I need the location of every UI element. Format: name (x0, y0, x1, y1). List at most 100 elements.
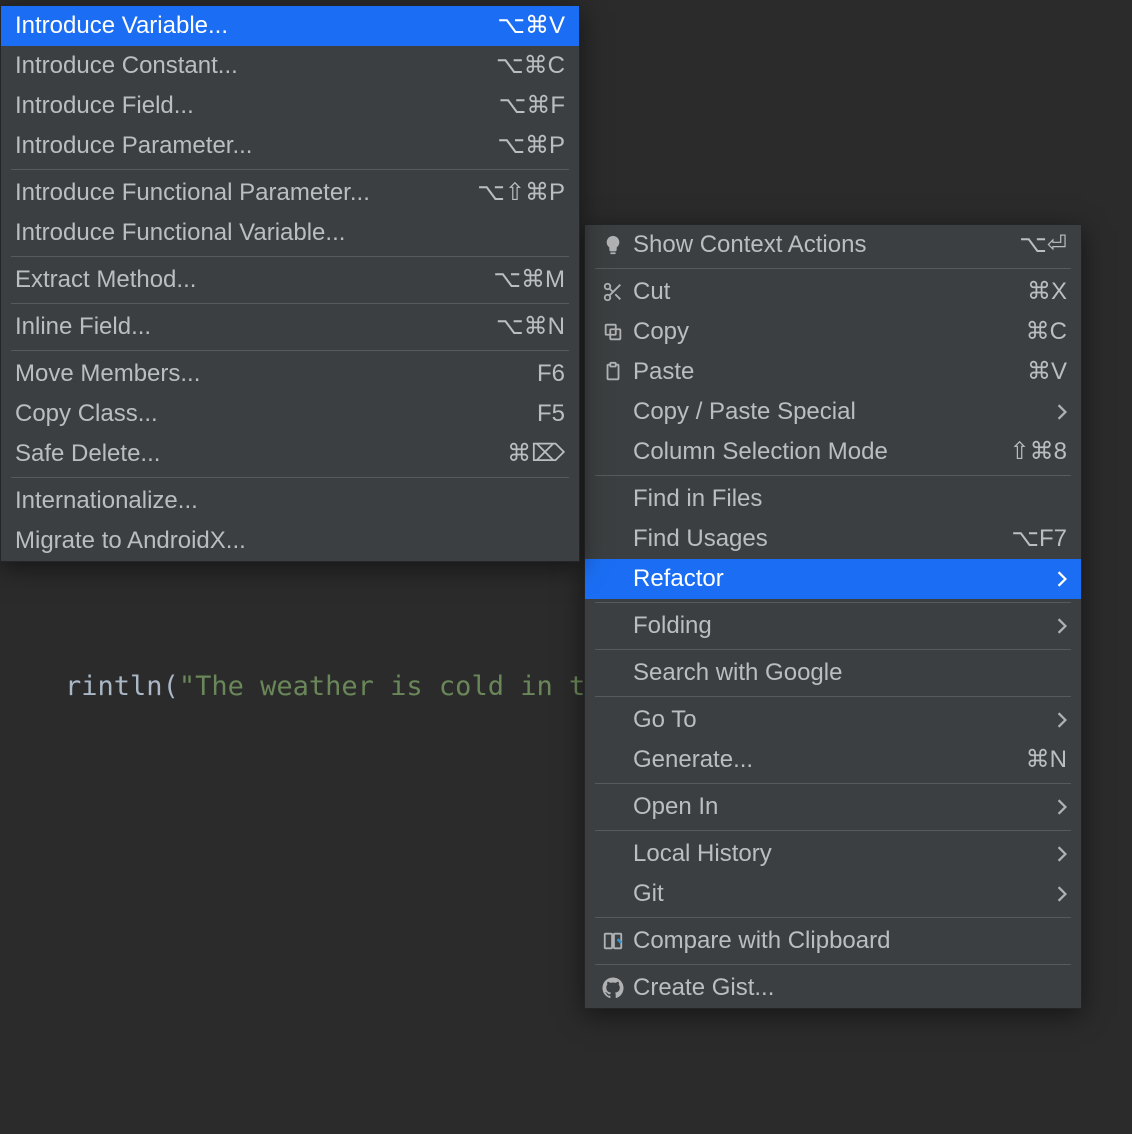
menu-item-refactor[interactable]: Refactor (585, 559, 1081, 599)
refactor-submenu: Introduce Variable...⌥⌘VIntroduce Consta… (0, 5, 580, 562)
menu-item-shortcut: ⌥⌘V (477, 6, 565, 46)
menu-item-shortcut: ⌥F7 (991, 519, 1067, 559)
menu-item-shortcut: ⇧⌘8 (990, 432, 1067, 472)
menu-item-copy-class[interactable]: Copy Class...F5 (1, 394, 579, 434)
menu-item-label: Open In (627, 787, 1037, 827)
submenu-arrow-icon (1037, 404, 1067, 420)
menu-item-label: Column Selection Mode (627, 432, 990, 472)
menu-item-shortcut: ⌥⌘C (476, 46, 565, 86)
menu-item-label: Find Usages (627, 519, 991, 559)
submenu-arrow-icon (1037, 799, 1067, 815)
diff-icon (599, 930, 627, 952)
menu-item-go-to[interactable]: Go To (585, 700, 1081, 740)
menu-separator (595, 696, 1071, 697)
menu-item-copy-paste-special[interactable]: Copy / Paste Special (585, 392, 1081, 432)
menu-item-find-in-files[interactable]: Find in Files (585, 479, 1081, 519)
submenu-arrow-icon (1037, 571, 1067, 587)
menu-item-label: Introduce Constant... (15, 46, 476, 86)
menu-item-folding[interactable]: Folding (585, 606, 1081, 646)
menu-item-label: Internationalize... (15, 481, 565, 521)
menu-item-introduce-functional-variable[interactable]: Introduce Functional Variable... (1, 213, 579, 253)
menu-item-introduce-variable[interactable]: Introduce Variable...⌥⌘V (1, 6, 579, 46)
menu-item-label: Find in Files (627, 479, 1067, 519)
menu-separator (595, 268, 1071, 269)
menu-item-shortcut: ⌥⌘F (479, 86, 565, 126)
menu-item-show-context-actions[interactable]: Show Context Actions⌥⏎ (585, 225, 1081, 265)
menu-separator (11, 256, 569, 257)
menu-item-label: Safe Delete... (15, 434, 487, 474)
menu-item-find-usages[interactable]: Find Usages⌥F7 (585, 519, 1081, 559)
menu-item-local-history[interactable]: Local History (585, 834, 1081, 874)
submenu-arrow-icon (1037, 712, 1067, 728)
menu-item-label: Copy Class... (15, 394, 517, 434)
menu-item-search-with-google[interactable]: Search with Google (585, 653, 1081, 693)
menu-item-shortcut: ⌘N (1006, 740, 1067, 780)
menu-item-cut[interactable]: Cut⌘X (585, 272, 1081, 312)
menu-item-introduce-field[interactable]: Introduce Field...⌥⌘F (1, 86, 579, 126)
menu-item-label: Introduce Parameter... (15, 126, 477, 166)
menu-item-label: Introduce Field... (15, 86, 479, 126)
github-icon (599, 977, 627, 999)
menu-item-shortcut: ⌥⌘N (476, 307, 565, 347)
menu-item-label: Folding (627, 606, 1037, 646)
menu-separator (595, 649, 1071, 650)
menu-item-label: Introduce Functional Parameter... (15, 173, 457, 213)
menu-item-label: Generate... (627, 740, 1006, 780)
menu-item-inline-field[interactable]: Inline Field...⌥⌘N (1, 307, 579, 347)
menu-item-label: Cut (627, 272, 1007, 312)
bulb-icon (599, 234, 627, 256)
menu-separator (595, 964, 1071, 965)
menu-item-label: Refactor (627, 559, 1037, 599)
menu-item-introduce-functional-parameter[interactable]: Introduce Functional Parameter...⌥⇧⌘P (1, 173, 579, 213)
menu-item-introduce-constant[interactable]: Introduce Constant...⌥⌘C (1, 46, 579, 86)
menu-item-shortcut: ⌘X (1007, 272, 1067, 312)
menu-item-label: Introduce Variable... (15, 6, 477, 46)
submenu-arrow-icon (1037, 618, 1067, 634)
menu-separator (595, 830, 1071, 831)
menu-item-label: Search with Google (627, 653, 1067, 693)
menu-item-generate[interactable]: Generate...⌘N (585, 740, 1081, 780)
code-paren-open: ( (163, 671, 179, 702)
copy-icon (599, 321, 627, 343)
menu-item-move-members[interactable]: Move Members...F6 (1, 354, 579, 394)
menu-item-compare-clipboard[interactable]: Compare with Clipboard (585, 921, 1081, 961)
menu-item-shortcut: F6 (517, 354, 565, 394)
menu-item-shortcut: ⌘⌦ (487, 434, 565, 474)
menu-item-create-gist[interactable]: Create Gist... (585, 968, 1081, 1008)
menu-item-open-in[interactable]: Open In (585, 787, 1081, 827)
menu-item-label: Introduce Functional Variable... (15, 213, 565, 253)
submenu-arrow-icon (1037, 886, 1067, 902)
menu-item-migrate-androidx[interactable]: Migrate to AndroidX... (1, 521, 579, 561)
menu-item-label: Extract Method... (15, 260, 473, 300)
menu-separator (11, 477, 569, 478)
menu-item-label: Show Context Actions (627, 225, 999, 265)
menu-separator (11, 303, 569, 304)
menu-item-internationalize[interactable]: Internationalize... (1, 481, 579, 521)
menu-item-label: Migrate to AndroidX... (15, 521, 565, 561)
menu-item-label: Local History (627, 834, 1037, 874)
menu-item-shortcut: ⌘C (1006, 312, 1067, 352)
menu-separator (595, 475, 1071, 476)
menu-item-label: Move Members... (15, 354, 517, 394)
menu-item-label: Inline Field... (15, 307, 476, 347)
menu-item-extract-method[interactable]: Extract Method...⌥⌘M (1, 260, 579, 300)
menu-item-paste[interactable]: Paste⌘V (585, 352, 1081, 392)
menu-item-label: Git (627, 874, 1037, 914)
scissors-icon (599, 281, 627, 303)
menu-item-safe-delete[interactable]: Safe Delete...⌘⌦ (1, 434, 579, 474)
menu-separator (595, 917, 1071, 918)
clipboard-icon (599, 361, 627, 383)
menu-separator (11, 350, 569, 351)
menu-item-git[interactable]: Git (585, 874, 1081, 914)
submenu-arrow-icon (1037, 846, 1067, 862)
menu-item-label: Create Gist... (627, 968, 1067, 1008)
menu-separator (595, 783, 1071, 784)
menu-item-label: Copy / Paste Special (627, 392, 1037, 432)
menu-separator (595, 602, 1071, 603)
menu-item-introduce-parameter[interactable]: Introduce Parameter...⌥⌘P (1, 126, 579, 166)
menu-item-shortcut: ⌘V (1007, 352, 1067, 392)
menu-item-shortcut: ⌥⌘M (473, 260, 565, 300)
menu-item-copy[interactable]: Copy⌘C (585, 312, 1081, 352)
menu-item-column-selection-mode[interactable]: Column Selection Mode⇧⌘8 (585, 432, 1081, 472)
menu-item-shortcut: ⌥⇧⌘P (457, 173, 565, 213)
